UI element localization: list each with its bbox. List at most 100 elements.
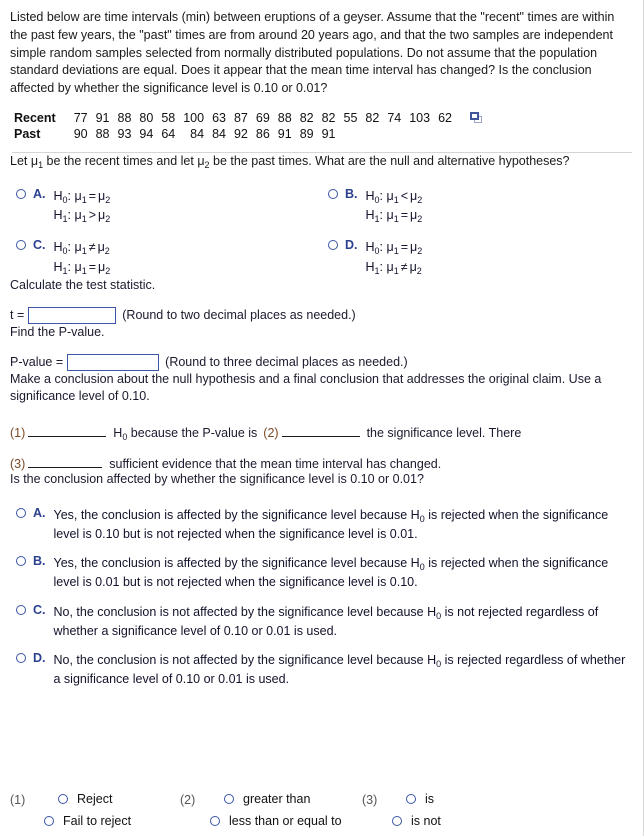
cell: 55 <box>343 110 358 125</box>
cell: 103 <box>409 110 431 125</box>
mu-left-sub: 1 <box>81 194 87 205</box>
cell: 82 <box>365 110 380 125</box>
cell: 89 <box>299 126 314 141</box>
blank-dropdown-3[interactable] <box>28 460 103 469</box>
radio-button-icon[interactable] <box>210 816 220 826</box>
blank-marker-3: (3) <box>10 457 26 472</box>
radio-button-icon[interactable] <box>224 794 234 804</box>
option-letter: B. <box>33 554 46 569</box>
radio-button-icon[interactable] <box>58 794 68 804</box>
blank-marker-1: (1) <box>10 426 26 441</box>
hypothesis-option-b[interactable]: B. H0: μ1 < μ2 H1: μ1 = μ2 <box>322 187 634 226</box>
null-hypothesis: H0: μ1 = μ2 <box>365 240 423 257</box>
alternative-hypothesis: H1: μ1 ≠ μ2 <box>365 259 422 276</box>
bank-option-is-not[interactable]: is not <box>392 814 441 828</box>
alternative-hypothesis: H1: μ1 > μ2 <box>53 208 111 225</box>
conclusion-line-2: (3) sufficient evidence that the mean ti… <box>10 457 634 471</box>
h-subscript: 0 <box>374 246 380 257</box>
null-hypothesis: H0: μ1 ≠ μ2 <box>53 240 110 257</box>
cell: 87 <box>233 110 248 125</box>
h-subscript: 0 <box>436 610 442 621</box>
test-statistic-input[interactable] <box>28 306 117 324</box>
mu-right: μ <box>97 240 105 255</box>
h-symbol: H <box>53 188 63 203</box>
mu-left: μ <box>386 208 394 223</box>
copy-to-clipboard-icon[interactable] <box>470 111 484 125</box>
mu-left: μ <box>74 188 82 203</box>
radio-button-icon[interactable] <box>16 604 26 615</box>
option-letter: C. <box>33 238 46 253</box>
cell: 77 <box>73 110 88 125</box>
test-statistic-row: t = (Round to two decimal places as need… <box>10 306 634 324</box>
radio-button-icon[interactable] <box>16 507 26 518</box>
h-subscript: 1 <box>374 214 380 225</box>
final-option-b[interactable]: B. Yes, the conclusion is affected by th… <box>10 554 634 592</box>
bank-option-reject[interactable]: Reject <box>58 792 131 806</box>
option-text: No, the conclusion is not affected by th… <box>54 603 634 641</box>
bank-option-greater-than[interactable]: greater than <box>224 792 342 806</box>
radio-button-icon[interactable] <box>16 653 26 664</box>
mu-left-sub: 1 <box>81 246 87 257</box>
bank-option-less-than-or-equal-to[interactable]: less than or equal to <box>210 814 342 828</box>
final-option-d[interactable]: D. No, the conclusion is not affected by… <box>10 651 634 689</box>
option-text: No, the conclusion is not affected by th… <box>54 651 634 689</box>
hypotheses-prompt-a: Let μ <box>10 153 39 168</box>
radio-button-icon[interactable] <box>16 188 26 199</box>
hypotheses-prompt-b: be the recent times and let μ <box>43 153 205 168</box>
option-text-before: Yes, the conclusion is affected by the s… <box>53 507 420 522</box>
final-option-a[interactable]: A. Yes, the conclusion is affected by th… <box>10 506 634 544</box>
mu-right: μ <box>409 259 417 274</box>
hypothesis-option-a[interactable]: A. H0: μ1 = μ2 H1: μ1 > μ2 <box>10 187 322 226</box>
mu-right-sub: 2 <box>105 194 111 205</box>
option-letter: A. <box>33 505 46 520</box>
h-subscript: 0 <box>122 432 128 443</box>
row-label-recent: Recent <box>14 110 56 125</box>
test-statistic-label: t = <box>10 308 25 323</box>
answer-bank-group-3: (3) is is not <box>362 792 512 828</box>
operator: > <box>88 208 97 223</box>
cell: 88 <box>95 126 110 141</box>
option-text: Yes, the conclusion is affected by the s… <box>54 554 634 592</box>
mu-right-sub: 2 <box>105 214 111 225</box>
h-subscript: 0 <box>374 194 380 205</box>
mu-left: μ <box>74 208 82 223</box>
hypothesis-option-d[interactable]: D. H0: μ1 = μ2 H1: μ1 ≠ μ2 <box>322 238 634 277</box>
cell: 63 <box>212 110 226 125</box>
radio-button-icon[interactable] <box>406 794 416 804</box>
radio-button-icon[interactable] <box>16 556 26 567</box>
option-text: Yes, the conclusion is affected by the s… <box>54 506 634 544</box>
radio-button-icon[interactable] <box>16 240 26 251</box>
operator: ≠ <box>400 259 408 274</box>
p-value-input[interactable] <box>67 353 160 371</box>
h-subscript: 0 <box>62 194 68 205</box>
mu-left: μ <box>386 188 394 203</box>
operator: = <box>88 259 97 274</box>
blank-dropdown-1[interactable] <box>28 429 107 438</box>
final-option-c[interactable]: C. No, the conclusion is not affected by… <box>10 603 634 641</box>
cell: 82 <box>321 110 336 125</box>
bank-option-fail-to-reject[interactable]: Fail to reject <box>44 814 131 828</box>
bank-marker-3: (3) <box>362 793 378 807</box>
table-row: Recent 77 91 88 80 58 100 63 87 69 88 82… <box>10 111 488 127</box>
test-statistic-hint: (Round to two decimal places as needed.) <box>122 308 356 323</box>
p-value-prompt: Find the P-value. <box>10 324 105 339</box>
blank-dropdown-2[interactable] <box>281 429 360 438</box>
option-letter: A. <box>33 186 46 201</box>
operator: = <box>400 240 409 255</box>
cell: 93 <box>117 126 132 141</box>
cell: 88 <box>277 110 292 125</box>
hypothesis-option-c[interactable]: C. H0: μ1 ≠ μ2 H1: μ1 = μ2 <box>10 238 322 277</box>
hypotheses-prompt: Let μ1 be the recent times and let μ2 be… <box>10 153 634 171</box>
hypotheses-prompt-c: be the past times. What are the null and… <box>209 153 570 168</box>
mu-right-sub: 2 <box>416 265 422 276</box>
option-letter: D. <box>33 651 46 666</box>
radio-button-icon[interactable] <box>392 816 402 826</box>
bank-option-is[interactable]: is <box>406 792 441 806</box>
cell: 82 <box>299 110 314 125</box>
copy-cell <box>456 111 488 127</box>
bank-option-label: is not <box>411 814 441 828</box>
radio-button-icon[interactable] <box>328 240 338 251</box>
radio-button-icon[interactable] <box>328 188 338 199</box>
mu-sub-1: 1 <box>38 159 44 170</box>
radio-button-icon[interactable] <box>44 816 54 826</box>
